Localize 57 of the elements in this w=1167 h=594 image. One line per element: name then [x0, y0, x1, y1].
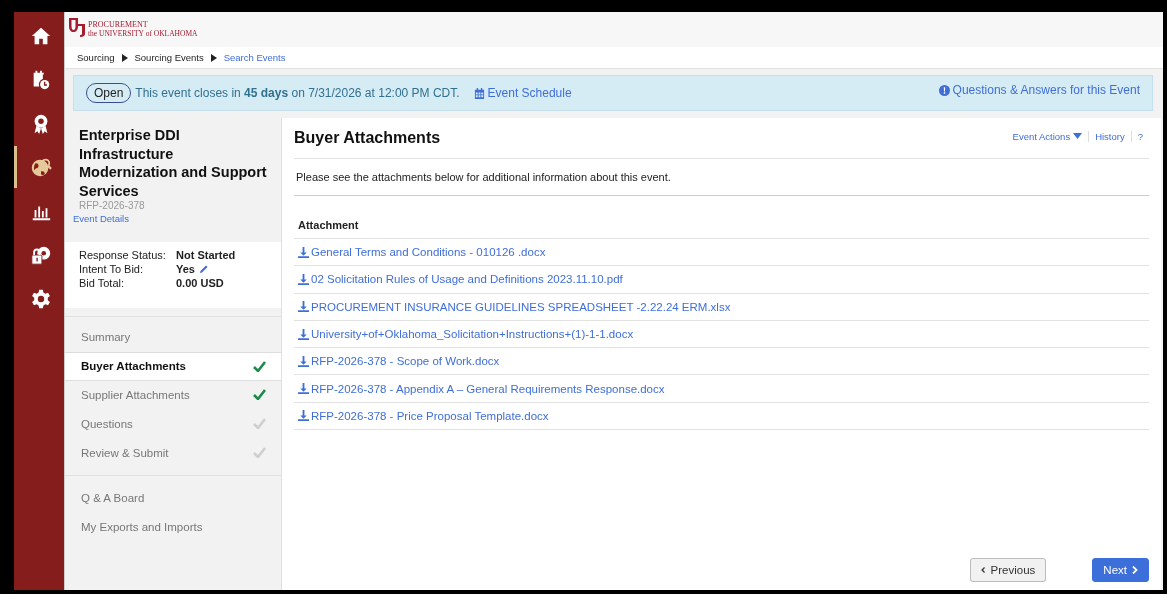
pencil-icon [198, 264, 209, 274]
caret-right-icon [210, 53, 217, 62]
event-title: Enterprise DDI Infrastructure Modernization and Support Services [79, 126, 268, 200]
event-schedule-link[interactable]: Event Schedule [473, 86, 572, 100]
download-icon [298, 273, 309, 285]
step-nav-item[interactable]: Questions [65, 409, 281, 439]
history-link[interactable]: History [1088, 130, 1131, 142]
attachment-link[interactable]: RFP-2026-378 - Appendix A – General Requirements Response.docx [298, 382, 665, 395]
field-value: Not Started [176, 249, 236, 261]
event-id: RFP-2026-378 [79, 200, 146, 211]
nav-link[interactable]: Q & A Board [65, 488, 281, 517]
exclamation-circle-icon [938, 84, 950, 96]
chevron-right-icon [1132, 566, 1138, 574]
breadcrumb-link[interactable]: Search Events [223, 52, 286, 63]
attachment-link[interactable]: PROCUREMENT INSURANCE GUIDELINES SPREADSHEET -2.22.24 ERM.xlsx [298, 300, 731, 313]
download-icon [298, 355, 309, 367]
caret-right-icon [121, 53, 128, 62]
download-icon [298, 246, 309, 258]
university-logo-icon [68, 17, 86, 37]
step-nav-item[interactable]: Supplier Attachments [65, 380, 281, 410]
step-nav-item[interactable]: Review & Submit [65, 438, 281, 467]
section-title: Buyer Attachments [294, 129, 441, 147]
download-icon [298, 410, 309, 422]
chevron-left-icon [981, 566, 986, 574]
previous-button[interactable]: Previous [970, 558, 1047, 582]
globe-search-icon [29, 156, 52, 178]
calendar-icon [473, 87, 485, 99]
caret-down-icon [1073, 133, 1083, 139]
event-actions-menu[interactable]: Event Actions [1006, 130, 1089, 142]
questions-answers-link[interactable]: Questions & Answers for this Event [938, 83, 1140, 97]
step-nav-item[interactable]: Buyer Attachments [65, 351, 281, 381]
download-icon [298, 328, 309, 340]
attachment-link[interactable]: 02 Solicitation Rules of Usage and Definitions 2023.11.10.pdf [298, 273, 623, 286]
step-nav-item[interactable]: Summary [65, 323, 281, 352]
attachment-link[interactable]: RFP-2026-378 - Scope of Work.docx [298, 355, 500, 368]
event-details-link[interactable]: Event Details [73, 213, 273, 224]
closing-message: This event closes in 45 days on 7/31/2026 at 12:00 PM CDT. [135, 86, 460, 100]
attachment-link[interactable]: General Terms and Conditions - 010126 .docx [298, 246, 546, 259]
intro-text: Please see the attachments below for additional information about this event. [294, 159, 1149, 196]
settings-icon [29, 287, 52, 310]
logo-title: PROCUREMENT [88, 20, 149, 29]
download-icon [298, 301, 309, 313]
nav-link[interactable]: My Exports and Imports [65, 517, 281, 546]
field-label: Response Status: [79, 249, 167, 261]
field-value: Yes [176, 263, 195, 275]
edit-button[interactable] [198, 264, 209, 274]
attachment-link[interactable]: University+of+Oklahoma_Solicitation+Instructions+(1)-1-1.docx [298, 328, 634, 341]
field-label: Bid Total: [79, 277, 126, 289]
breadcrumb-item: Sourcing [77, 52, 115, 63]
download-icon [298, 383, 309, 395]
field-value: 0.00 USD [176, 277, 224, 289]
next-button[interactable]: Next [1092, 558, 1149, 582]
help-link[interactable]: ? [1130, 130, 1149, 142]
breadcrumb-item: Sourcing Events [134, 52, 204, 63]
field-label: Intent To Bid: [79, 263, 144, 275]
attachment-link[interactable]: RFP-2026-378 - Price Proposal Template.docx [298, 409, 549, 422]
column-header: Attachment [294, 196, 1149, 239]
